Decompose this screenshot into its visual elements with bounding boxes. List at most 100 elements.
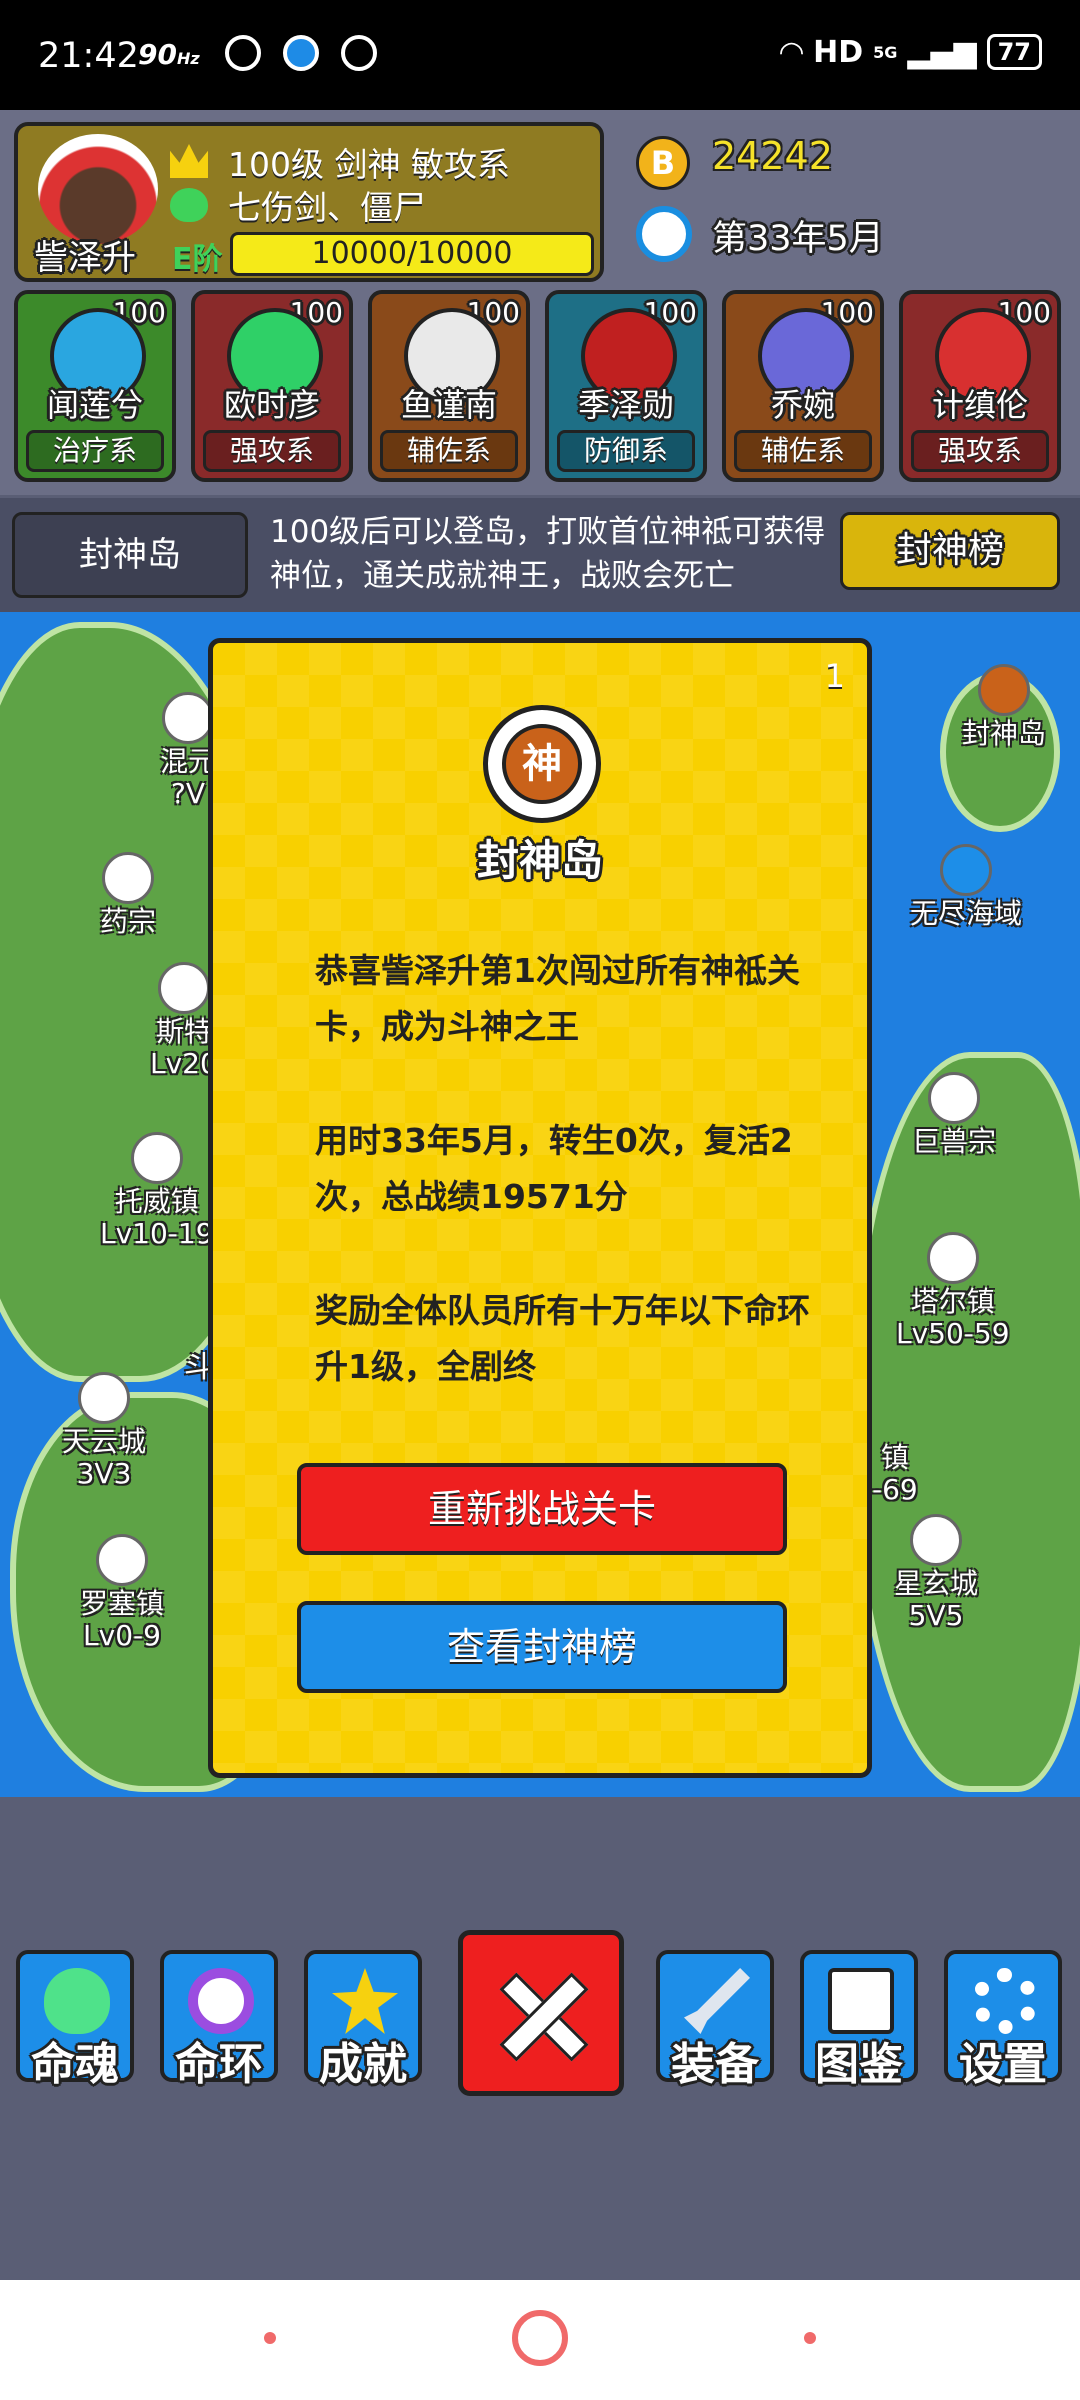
equipment-label: 装备 <box>671 2039 759 2090</box>
member-name: 乔婉 <box>770 386 835 424</box>
achievement-label: 成就 <box>319 2039 407 2090</box>
hero-souls: 七伤剑、僵尸 <box>228 188 426 227</box>
equipment-button[interactable]: 装备 <box>656 1950 774 2090</box>
wifi-icon: ◠ <box>780 34 804 70</box>
retry-challenge-button[interactable]: 重新挑战关卡 <box>297 1463 787 1555</box>
member-class: 强攻系 <box>203 430 341 472</box>
status-time: 21:42 <box>38 36 139 76</box>
network-type: HD <box>813 34 864 70</box>
town-icon <box>102 852 154 904</box>
soul-label: 命魂 <box>31 2039 119 2090</box>
system-nav-bar <box>0 2280 1080 2400</box>
crown-icon <box>170 144 208 178</box>
location-button[interactable]: 封神岛 <box>12 512 248 598</box>
town-icon <box>78 1372 130 1424</box>
fengshen-emblem-icon: 神 <box>483 705 601 823</box>
sect-jushou[interactable]: 巨兽宗 <box>912 1072 996 1158</box>
wave-icon <box>940 844 992 896</box>
hero-card[interactable]: 訾泽升 100级 剑神 敏攻系 七伤剑、僵尸 E阶 10000/10000 <box>14 122 604 282</box>
settings-label: 设置 <box>959 2039 1047 2090</box>
signal-label: 5G <box>873 42 898 62</box>
city-tianyun[interactable]: 天云城 3V3 <box>62 1372 146 1490</box>
clock-icon <box>636 206 692 262</box>
back-nav-button[interactable] <box>804 2332 816 2344</box>
member-name: 鱼谨南 <box>400 386 497 424</box>
hero-xp-bar: 10000/10000 <box>230 232 594 276</box>
menu-nav-button[interactable] <box>264 2332 276 2344</box>
location-description: 100级后可以登岛，打败首位神祗可获得神位，通关成就神王，战败会死亡 <box>270 514 826 594</box>
ring-icon <box>188 1968 254 2034</box>
bottom-menu: 命魂 命环 成就 装备 图鉴 设置 <box>0 1800 1080 2280</box>
east-island <box>850 1052 1080 1792</box>
ring-label: 命环 <box>175 2039 263 2090</box>
town-icon <box>928 1072 980 1124</box>
member-name: 计缜伦 <box>931 386 1028 424</box>
soul-flame-icon <box>170 188 208 222</box>
soul-button[interactable]: 命魂 <box>16 1950 134 2090</box>
sword-icon <box>684 1968 750 2034</box>
town-icon <box>157 962 210 1014</box>
game-date: 第33年5月 <box>712 219 884 259</box>
dialog-stats-text: 用时33年5月，转生0次，复活2次，总战绩19571分 <box>315 1121 793 1216</box>
team-member-card[interactable]: 100 闻莲兮 治疗系 <box>14 290 176 482</box>
achievement-button[interactable]: 成就 <box>304 1950 422 2090</box>
fengshen-island-icon <box>978 664 1030 716</box>
member-name: 季泽勋 <box>577 386 674 424</box>
island-fengshen[interactable]: 封神岛 <box>962 664 1046 750</box>
close-button[interactable] <box>458 1930 624 2096</box>
victory-dialog: 1 神 封神岛 恭喜訾泽升第1次闯过所有神祗关卡，成为斗神之王 用时33年5月，… <box>208 638 872 1778</box>
town-luosai[interactable]: 罗塞镇 Lv0-9 <box>80 1534 164 1652</box>
town-icon <box>926 1232 979 1284</box>
team-member-card[interactable]: 100 欧时彦 强攻系 <box>191 290 353 482</box>
download-icon <box>283 35 319 71</box>
member-class: 治疗系 <box>26 430 164 472</box>
town-icon <box>130 1132 183 1184</box>
signal-icon: ▂▄▆ <box>907 34 977 70</box>
town-tuowei[interactable]: 托威镇 Lv10-19 <box>100 1132 214 1250</box>
hero-avatar <box>38 134 158 244</box>
star-icon <box>332 1968 398 2034</box>
app-notification-icon <box>225 35 261 71</box>
refresh-rate: 90Hz <box>138 38 200 71</box>
dialog-congrats-text: 恭喜訾泽升第1次闯过所有神祗关卡，成为斗神之王 <box>315 951 800 1046</box>
member-class: 强攻系 <box>911 430 1049 472</box>
settings-button[interactable]: 设置 <box>944 1950 1062 2090</box>
city-xingxuan[interactable]: 星玄城 5V5 <box>894 1514 978 1632</box>
coin-count: 24242 <box>712 134 833 178</box>
top-bar: 訾泽升 100级 剑神 敏攻系 七伤剑、僵尸 E阶 10000/10000 B … <box>0 110 1080 495</box>
town-icon <box>910 1514 962 1566</box>
member-class: 辅佐系 <box>380 430 518 472</box>
gear-icon <box>972 1968 1038 2034</box>
home-nav-button[interactable] <box>512 2310 568 2366</box>
view-ranking-button[interactable]: 查看封神榜 <box>297 1601 787 1693</box>
team-roster: 100 闻莲兮 治疗系 100 欧时彦 强攻系 100 鱼谨南 辅佐系 100 季泽勋 防御系 100 乔… <box>14 290 1066 485</box>
hero-rank-tag: E阶 <box>172 242 223 277</box>
dialog-page-number: 1 <box>824 657 845 695</box>
codex-button[interactable]: 图鉴 <box>800 1950 918 2090</box>
ranking-button[interactable]: 封神榜 <box>840 512 1060 590</box>
soul-flame-icon <box>44 1968 110 2034</box>
team-member-card[interactable]: 100 季泽勋 防御系 <box>545 290 707 482</box>
team-member-card[interactable]: 100 计缜伦 强攻系 <box>899 290 1061 482</box>
town-icon <box>162 692 214 744</box>
member-class: 防御系 <box>557 430 695 472</box>
member-class: 辅佐系 <box>734 430 872 472</box>
status-bar: 21:42 90Hz ◠ HD 5G ▂▄▆ 77 <box>0 0 1080 110</box>
browser-icon <box>341 35 377 71</box>
team-member-card[interactable]: 100 鱼谨南 辅佐系 <box>368 290 530 482</box>
town-taer[interactable]: 塔尔镇 Lv50-59 <box>896 1232 1010 1350</box>
dialog-reward-text: 奖励全体队员所有十万年以下命环升1级，全剧终 <box>315 1291 810 1386</box>
member-name: 欧时彦 <box>223 386 320 424</box>
battery-level: 77 <box>986 34 1042 70</box>
town-icon <box>96 1534 148 1586</box>
endless-sea[interactable]: 无尽海域 <box>910 844 1022 930</box>
town-partial[interactable]: 镇 -69 <box>872 1442 918 1506</box>
hero-name: 訾泽升 <box>34 238 136 278</box>
team-member-card[interactable]: 100 乔婉 辅佐系 <box>722 290 884 482</box>
info-bar: 封神岛 100级后可以登岛，打败首位神祗可获得神位，通关成就神王，战败会死亡 封… <box>0 498 1080 620</box>
town-yaozong[interactable]: 药宗 <box>100 852 156 938</box>
ring-button[interactable]: 命环 <box>160 1950 278 2090</box>
member-name: 闻莲兮 <box>46 386 143 424</box>
coin-icon: B <box>636 136 690 190</box>
hero-title: 100级 剑神 敏攻系 <box>228 145 510 184</box>
